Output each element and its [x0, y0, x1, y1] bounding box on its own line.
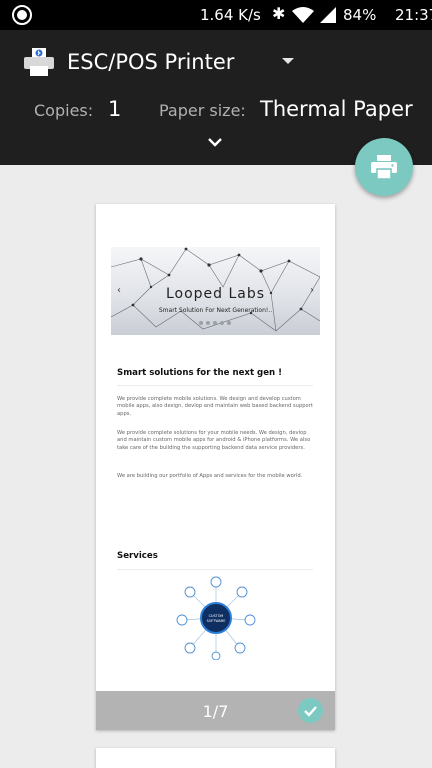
- divider: [117, 385, 313, 386]
- section-heading: Smart solutions for the next gen !: [117, 368, 283, 378]
- services-diagram: CUSTOM SOFTWARE: [176, 576, 256, 660]
- paragraph-2: We provide complete solutions for your m…: [117, 430, 311, 451]
- battery-level: 84%: [343, 6, 377, 24]
- svg-text:CUSTOM: CUSTOM: [209, 614, 224, 618]
- divider: [117, 569, 313, 570]
- printer-icon: [24, 48, 54, 76]
- printer-selector[interactable]: ESC/POS Printer: [67, 50, 234, 74]
- print-button[interactable]: [355, 138, 413, 196]
- paragraph-1: We provide complete mobile solutions. We…: [117, 396, 313, 417]
- app-indicator-icon: [12, 5, 32, 25]
- copies-input[interactable]: 1: [108, 97, 121, 121]
- bluetooth-icon: ✱: [272, 4, 286, 23]
- page-preview-2[interactable]: [96, 748, 335, 768]
- page-preview[interactable]: ‹ › Looped Labs Smart Solution For Next …: [96, 204, 335, 730]
- print-icon: [371, 155, 397, 179]
- page-selected-check-icon[interactable]: [298, 698, 323, 723]
- clock: 21:37: [395, 6, 432, 24]
- banner-title: Looped Labs: [165, 286, 266, 302]
- copies-label: Copies:: [34, 101, 94, 120]
- network-speed: 1.64 K/s: [200, 6, 261, 24]
- signal-icon: [320, 7, 336, 23]
- chevron-down-icon[interactable]: [282, 58, 294, 64]
- services-heading: Services: [117, 551, 158, 561]
- banner-pagination-dots: [199, 321, 231, 325]
- svg-text:SOFTWARE: SOFTWARE: [207, 619, 226, 623]
- website-banner-image: ‹ › Looped Labs Smart Solution For Next …: [111, 247, 320, 335]
- page-footer: 1/7: [96, 691, 335, 730]
- banner-subtitle: Smart Solution For Next Generation!..: [158, 307, 273, 314]
- paper-size-label: Paper size:: [159, 101, 246, 120]
- paragraph-3: We are building our portfolio of Apps an…: [117, 473, 303, 479]
- expand-options-icon[interactable]: [206, 136, 224, 148]
- wifi-icon: [292, 7, 314, 23]
- paper-size-select[interactable]: Thermal Paper: [260, 97, 413, 121]
- status-bar: 1.64 K/s ✱ 84% 21:37: [0, 0, 432, 30]
